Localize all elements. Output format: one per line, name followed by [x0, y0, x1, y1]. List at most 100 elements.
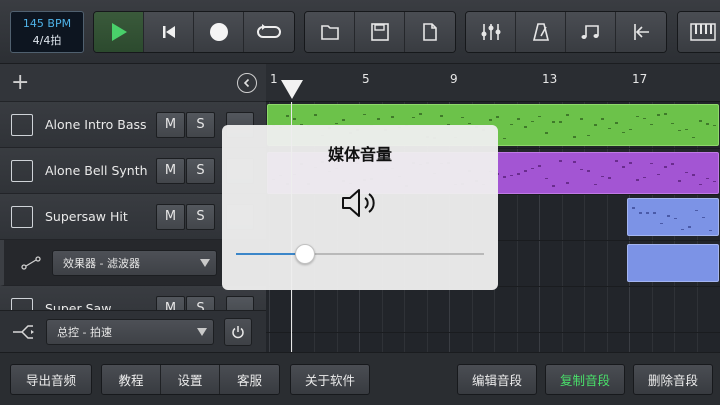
mixer-button[interactable]: [466, 12, 516, 52]
note-dot: [580, 118, 583, 120]
note-dot: [503, 137, 506, 140]
note-dot: [601, 175, 604, 178]
power-button[interactable]: [224, 317, 252, 346]
note-dot: [545, 132, 548, 134]
metronome-button[interactable]: [516, 12, 566, 52]
note-dot: [650, 123, 653, 126]
effect-select-value: 效果器 - 滤波器: [63, 256, 140, 270]
note-dot: [552, 121, 555, 123]
export-audio-button[interactable]: 导出音频: [10, 364, 92, 395]
edit-clip-button[interactable]: 编辑音段: [457, 364, 537, 395]
bar-number: 13: [542, 72, 558, 86]
copy-clip-button[interactable]: 复制音段: [545, 364, 625, 395]
note-dot: [524, 170, 527, 172]
loop-button[interactable]: [244, 12, 294, 52]
note-dot: [559, 121, 562, 123]
solo-button[interactable]: S: [186, 111, 215, 138]
volume-slider-knob[interactable]: [295, 244, 316, 264]
solo-button[interactable]: S: [186, 157, 215, 184]
note-dot: [636, 115, 639, 118]
note-dot: [377, 118, 380, 120]
skip-to-start-icon: [162, 26, 175, 38]
note-dot: [496, 116, 499, 118]
note-dot: [699, 183, 702, 186]
add-track-icon[interactable]: +: [11, 71, 29, 94]
solo-button[interactable]: S: [186, 203, 215, 230]
support-button[interactable]: 客服: [220, 365, 279, 394]
bpm-label: 145 BPM: [22, 17, 72, 30]
note-dot: [622, 131, 625, 134]
new-project-button[interactable]: [405, 12, 455, 52]
mute-button[interactable]: M: [156, 157, 185, 184]
notes-button[interactable]: [566, 12, 616, 52]
marker-icon: [634, 24, 649, 40]
volume-popup-title: 媒体音量: [327, 145, 392, 164]
track-list-header: +: [0, 64, 266, 102]
timeline-ruler[interactable]: 1 5 9 13 17: [266, 64, 720, 102]
skip-to-start-button[interactable]: [144, 12, 194, 52]
note-dot: [531, 167, 534, 170]
note-dot: [314, 114, 317, 116]
note-dot: [636, 179, 639, 181]
mute-button[interactable]: M: [156, 203, 185, 230]
note-dot: [657, 173, 660, 176]
mute-button[interactable]: M: [156, 111, 185, 138]
audio-clip[interactable]: [627, 198, 719, 236]
volume-slider[interactable]: [236, 244, 484, 264]
note-dot: [678, 180, 681, 182]
note-dot: [653, 212, 656, 214]
note-dot: [580, 168, 583, 171]
note-dot: [667, 215, 670, 217]
note-dot: [674, 217, 677, 220]
note-dot: [566, 114, 569, 116]
note-dot: [692, 136, 695, 139]
note-dot: [660, 222, 663, 225]
tool-controls: [465, 11, 667, 53]
settings-button[interactable]: 设置: [161, 365, 220, 394]
effect-select[interactable]: 效果器 - 滤波器: [52, 249, 217, 276]
record-button[interactable]: [194, 12, 244, 52]
music-notes-icon: [581, 25, 599, 39]
note-dot: [643, 117, 646, 120]
record-icon: [209, 23, 228, 41]
note-dot: [608, 177, 611, 179]
master-routing-icon: [13, 324, 34, 339]
note-dot: [510, 174, 513, 177]
piano-roll-button[interactable]: [678, 12, 720, 52]
note-dot: [650, 162, 653, 165]
piano-controls: [677, 11, 720, 53]
note-dot: [671, 163, 674, 165]
automation-curve-icon: [21, 255, 41, 270]
tempo-display[interactable]: 145 BPM 4/4拍: [10, 11, 84, 53]
note-dot: [622, 166, 625, 168]
top-toolbar: 145 BPM 4/4拍: [0, 0, 720, 64]
delete-clip-button[interactable]: 删除音段: [633, 364, 713, 395]
about-button[interactable]: 关于软件: [290, 364, 370, 395]
play-button[interactable]: [94, 12, 144, 52]
bar-number: 1: [270, 72, 278, 86]
chevron-down-icon: [200, 258, 210, 267]
master-select[interactable]: 总控 - 拍速: [46, 318, 214, 345]
metronome-icon: [532, 23, 549, 41]
note-dot: [643, 176, 646, 179]
new-file-icon: [423, 23, 437, 41]
time-signature-label: 4/4拍: [32, 34, 62, 47]
note-dot: [695, 209, 698, 212]
note-dot: [573, 161, 576, 163]
note-dot: [692, 174, 695, 176]
note-dot: [639, 212, 642, 214]
note-dot: [632, 207, 635, 209]
marker-button[interactable]: [616, 12, 666, 52]
collapse-panel-button[interactable]: [237, 72, 257, 93]
audio-clip[interactable]: [627, 244, 719, 282]
bar-number: 9: [450, 72, 458, 86]
note-dot: [688, 226, 691, 228]
note-dot: [524, 126, 527, 128]
save-project-button[interactable]: [355, 12, 405, 52]
note-dot: [629, 128, 632, 131]
note-dot: [702, 216, 705, 219]
synth-keyboard-icon: [11, 205, 33, 228]
playhead-marker-icon[interactable]: [281, 80, 303, 99]
open-project-button[interactable]: [305, 12, 355, 52]
tutorial-button[interactable]: 教程: [102, 365, 161, 394]
